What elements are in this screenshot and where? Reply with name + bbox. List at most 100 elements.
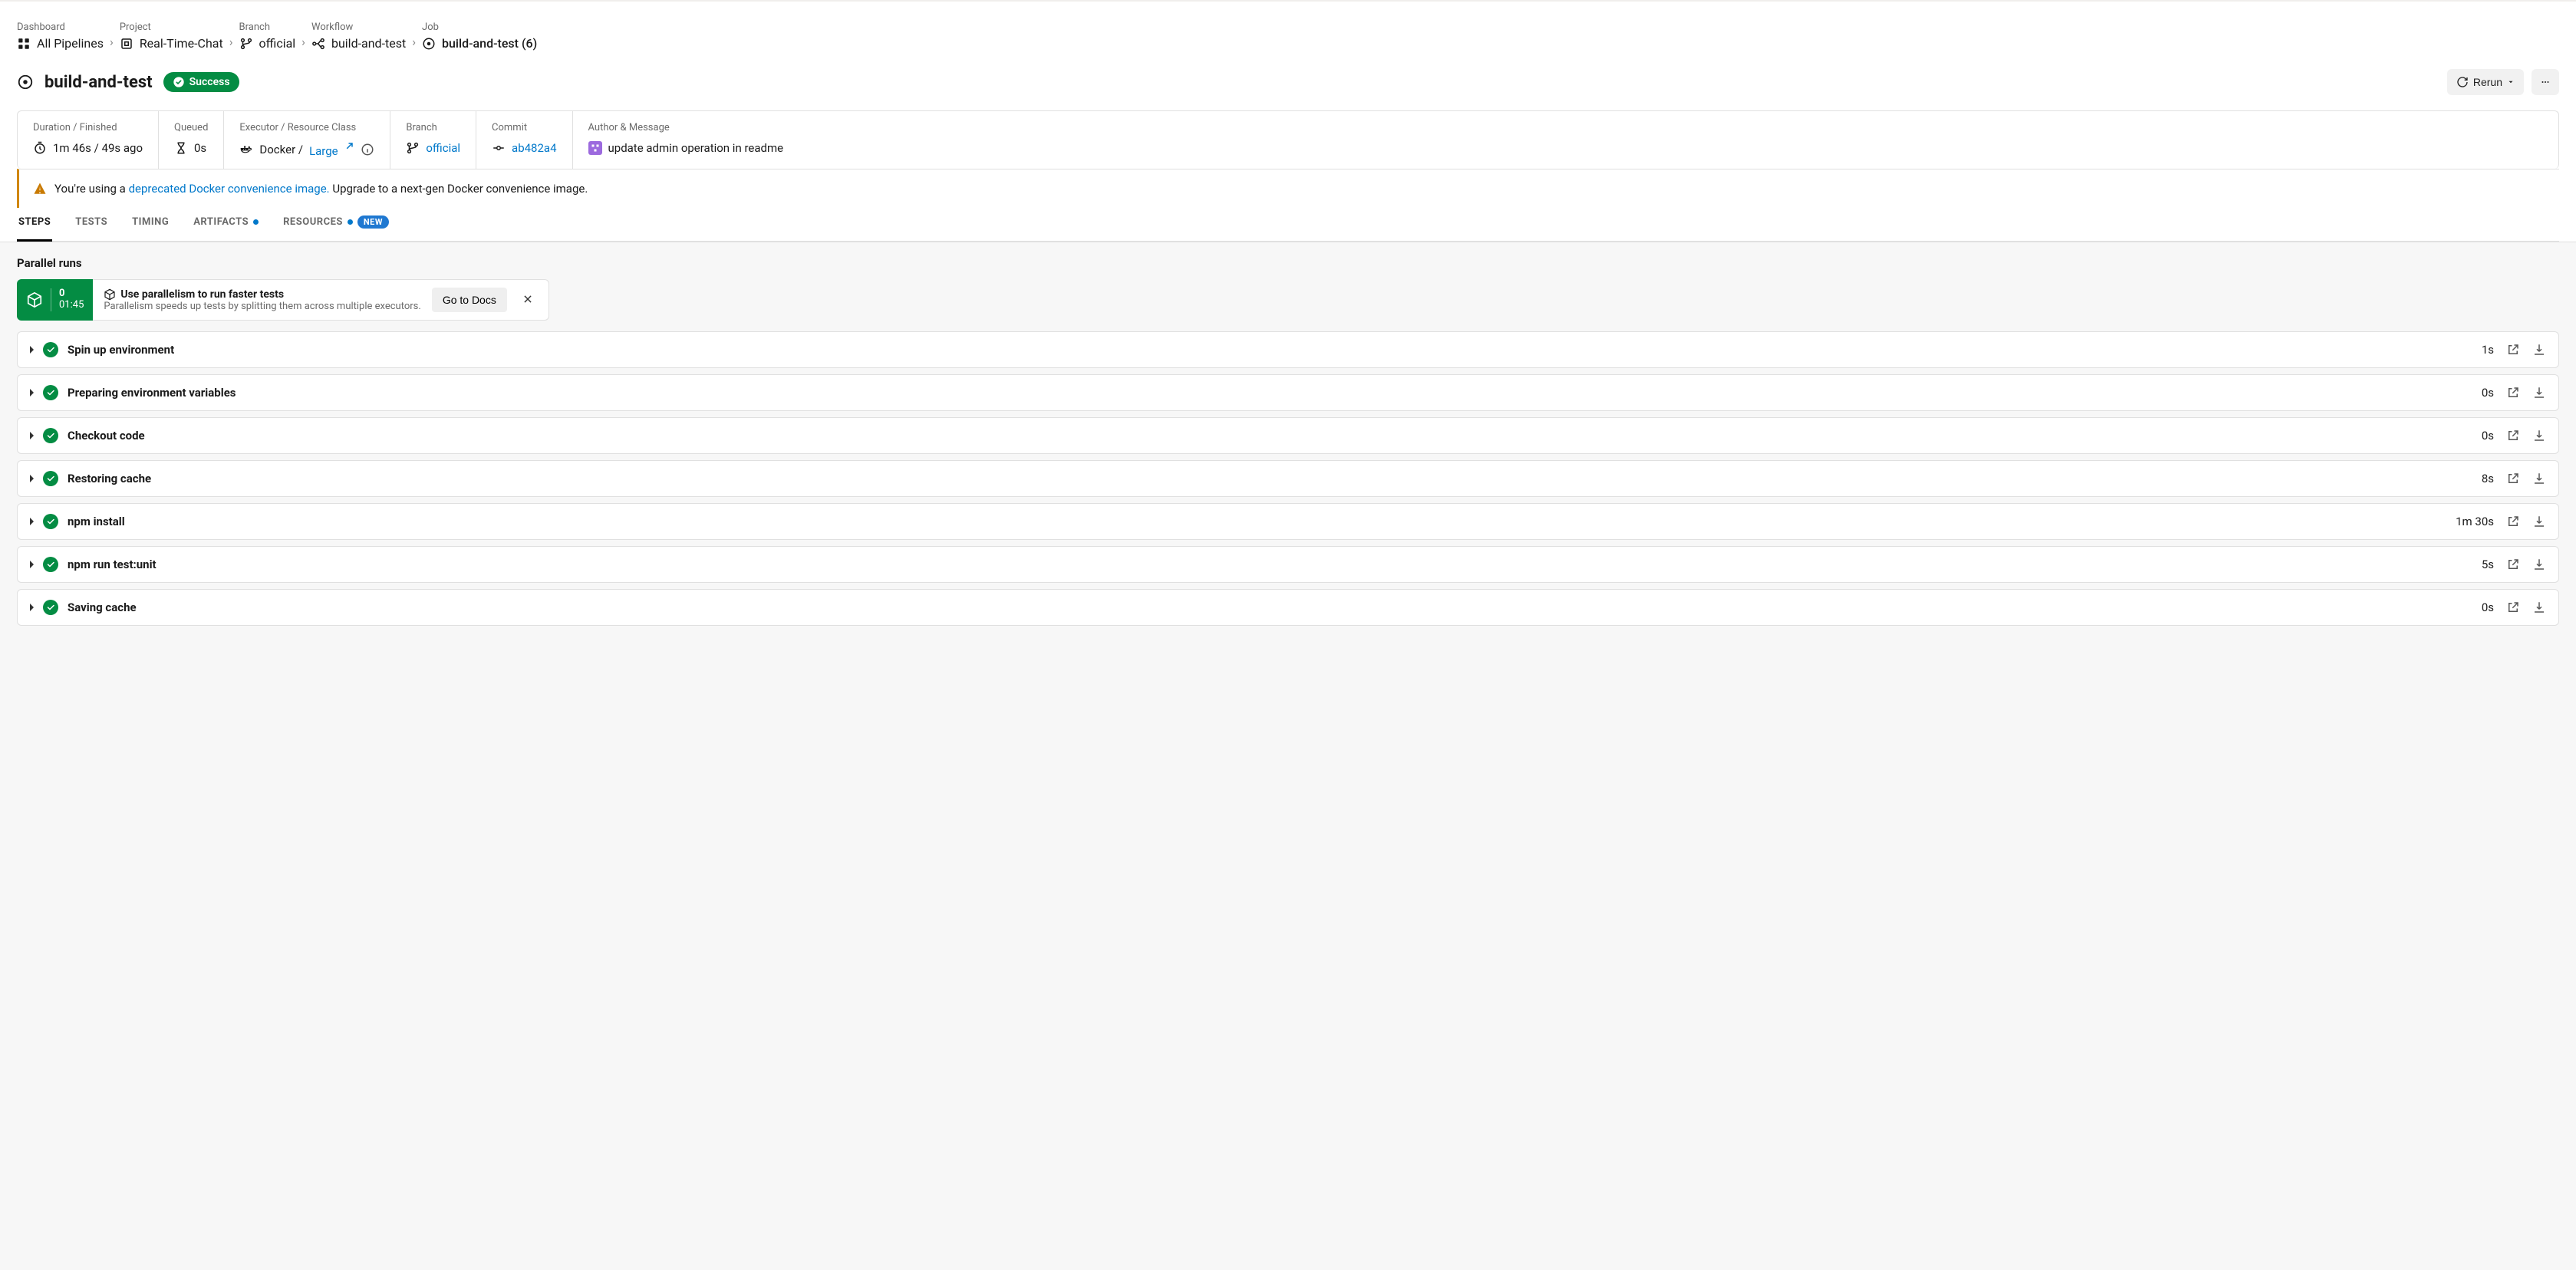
step-row[interactable]: Restoring cache 8s [17, 460, 2559, 497]
chevron-right-icon: › [301, 35, 305, 51]
step-name: Spin up environment [68, 343, 174, 357]
chevron-down-icon [2507, 78, 2515, 86]
step-status-success [43, 428, 58, 443]
expand-caret-icon [30, 389, 34, 396]
step-row[interactable]: Saving cache 0s [17, 589, 2559, 626]
branch-value: official [406, 141, 460, 155]
check-icon [46, 431, 55, 440]
step-row[interactable]: npm install 1m 30s [17, 503, 2559, 540]
tab-resources[interactable]: RESOURCESNEW [282, 216, 390, 242]
check-icon [46, 345, 55, 354]
download-icon[interactable] [2532, 343, 2546, 357]
more-button[interactable] [2532, 69, 2559, 95]
download-icon[interactable] [2532, 515, 2546, 528]
avatar [588, 141, 602, 155]
step-duration: 1m 30s [2456, 515, 2494, 528]
open-step-icon[interactable] [2506, 472, 2520, 485]
status-badge: Success [163, 72, 239, 92]
chevron-right-icon: › [412, 35, 416, 51]
resource-class-link[interactable]: Large [309, 141, 354, 158]
step-duration: 0s [2482, 600, 2494, 614]
crumb-cat: Job [422, 21, 537, 33]
tab-artifacts[interactable]: ARTIFACTS [192, 216, 260, 242]
executor-value: Docker / Large [239, 141, 374, 158]
step-row[interactable]: Preparing environment variables 0s [17, 374, 2559, 411]
dismiss-tip-button[interactable] [518, 291, 538, 309]
workflow-icon [311, 37, 325, 51]
notification-dot-icon [348, 219, 353, 225]
branch-link[interactable]: official [426, 141, 460, 155]
commit-link[interactable]: ab482a4 [512, 141, 556, 155]
chevron-right-icon: › [229, 35, 233, 51]
download-icon[interactable] [2532, 558, 2546, 571]
step-row[interactable]: Spin up environment 1s [17, 331, 2559, 368]
open-step-icon[interactable] [2506, 343, 2520, 357]
open-step-icon[interactable] [2506, 600, 2520, 614]
warning-icon [33, 182, 47, 196]
parallel-runs-row: 0 01:45 Use parallelism to run faster te… [17, 279, 2559, 321]
job-title: build-and-test [44, 73, 153, 92]
open-step-icon[interactable] [2506, 429, 2520, 443]
crumb-project[interactable]: Real-Time-Chat [120, 36, 223, 51]
steps-panel: Parallel runs 0 01:45 Use parallelism to… [0, 242, 2576, 646]
deprecated-image-link[interactable]: deprecated Docker convenience image. [129, 182, 330, 196]
branch-icon [239, 37, 253, 51]
info-icon[interactable] [361, 143, 374, 156]
tab-timing[interactable]: TIMING [130, 216, 170, 242]
commit-label: Commit [492, 122, 556, 133]
step-row[interactable]: npm run test:unit 5s [17, 546, 2559, 583]
branch-icon [406, 141, 420, 155]
commit-icon [492, 141, 506, 155]
step-status-success [43, 514, 58, 529]
tab-steps[interactable]: STEPS [17, 216, 52, 242]
project-icon [120, 37, 133, 51]
download-icon[interactable] [2532, 386, 2546, 400]
deprecation-warning: You're using a deprecated Docker conveni… [17, 169, 2559, 208]
parallel-run-card[interactable]: 0 01:45 [17, 279, 93, 321]
go-to-docs-button[interactable]: Go to Docs [432, 288, 507, 312]
step-name: npm install [68, 515, 125, 528]
steps-list: Spin up environment 1s Preparing environ… [17, 331, 2559, 626]
expand-caret-icon [30, 346, 34, 354]
tab-tests[interactable]: TESTS [74, 216, 109, 242]
step-name: npm run test:unit [68, 558, 156, 571]
duration-label: Duration / Finished [33, 122, 143, 133]
step-name: Restoring cache [68, 472, 151, 485]
parallel-duration: 01:45 [59, 300, 84, 311]
step-status-success [43, 471, 58, 486]
parallel-runs-title: Parallel runs [17, 256, 2559, 270]
crumb-branch[interactable]: official [239, 36, 296, 51]
branch-label: Branch [406, 122, 460, 133]
open-step-icon[interactable] [2506, 515, 2520, 528]
step-status-success [43, 342, 58, 357]
hourglass-icon [174, 141, 188, 155]
pipelines-icon [17, 37, 31, 51]
expand-caret-icon [30, 604, 34, 611]
job-icon [422, 37, 436, 51]
warning-text: You're using a deprecated Docker conveni… [54, 182, 588, 196]
check-icon [46, 603, 55, 612]
rerun-button[interactable]: Rerun [2447, 69, 2524, 95]
chevron-right-icon: › [110, 35, 114, 51]
crumb-workflow[interactable]: build-and-test [311, 36, 406, 51]
title-row: build-and-test Success Rerun [17, 69, 2559, 95]
step-duration: 8s [2482, 472, 2494, 485]
download-icon[interactable] [2532, 600, 2546, 614]
tip-title: Use parallelism to run faster tests [120, 288, 284, 301]
commit-value: ab482a4 [492, 141, 556, 155]
check-icon [46, 560, 55, 569]
success-check-icon [173, 76, 185, 88]
step-row[interactable]: Checkout code 0s [17, 417, 2559, 454]
open-step-icon[interactable] [2506, 386, 2520, 400]
cube-icon [26, 291, 43, 308]
executor-label: Executor / Resource Class [239, 122, 374, 133]
crumb-dashboard[interactable]: All Pipelines [17, 36, 104, 51]
external-link-icon [341, 141, 354, 155]
open-step-icon[interactable] [2506, 558, 2520, 571]
author-label: Author & Message [588, 122, 2544, 133]
refresh-icon [2456, 76, 2469, 88]
download-icon[interactable] [2532, 472, 2546, 485]
stopwatch-icon [33, 141, 47, 155]
meta-bar: Duration / Finished 1m 46s / 49s ago Que… [17, 110, 2559, 169]
download-icon[interactable] [2532, 429, 2546, 443]
